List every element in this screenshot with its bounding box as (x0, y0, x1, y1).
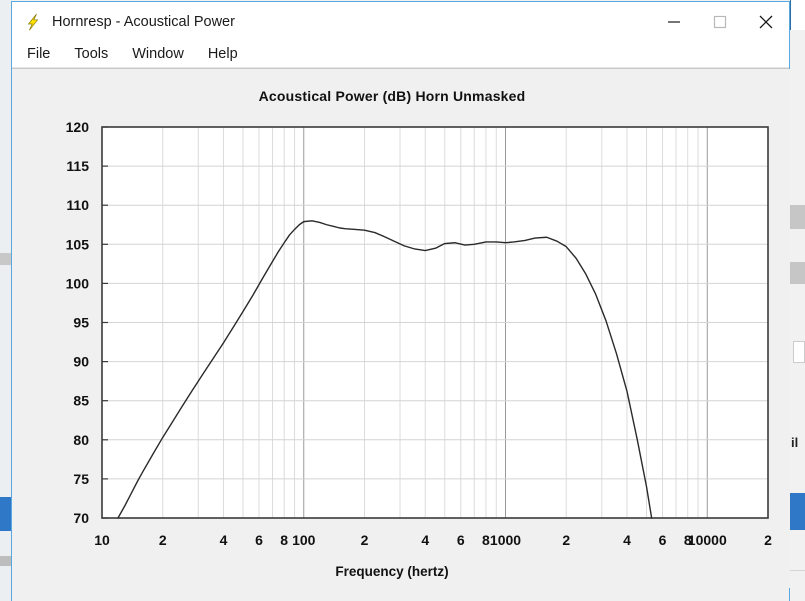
svg-text:70: 70 (73, 510, 89, 526)
svg-text:100: 100 (292, 532, 316, 548)
menu-item-help[interactable]: Help (203, 44, 248, 65)
menu-item-file[interactable]: File (22, 44, 60, 65)
svg-text:90: 90 (73, 354, 89, 370)
window-controls (651, 2, 789, 41)
x-axis-tick-labels: 10 2 4 6 8 100 2 4 6 8 1000 2 4 6 810000 2 (94, 532, 772, 548)
svg-text:115: 115 (66, 158, 89, 174)
menu-item-tools[interactable]: Tools (69, 44, 118, 65)
svg-text:2: 2 (361, 532, 369, 548)
chart-panel: Acoustical Power (dB) Horn Unmasked 120 1… (12, 69, 790, 588)
background-right-gray-band-2 (790, 262, 805, 284)
minimize-button[interactable] (651, 2, 697, 41)
svg-text:4: 4 (421, 532, 429, 548)
maximize-button[interactable] (697, 2, 743, 41)
background-right-titlebar (790, 0, 805, 30)
menu-bar: File Tools Window Help (12, 41, 789, 68)
menu-item-window[interactable]: Window (127, 44, 194, 65)
background-left-gray-band-1 (0, 253, 11, 265)
svg-text:10000: 10000 (688, 532, 727, 548)
background-left-gray-band-2 (0, 556, 11, 566)
background-left-blue-accent (0, 497, 11, 531)
client-area: Acoustical Power (dB) Horn Unmasked 120 1… (12, 68, 790, 601)
svg-text:6: 6 (457, 532, 465, 548)
title-bar: Hornresp - Acoustical Power (12, 2, 789, 41)
svg-text:80: 80 (73, 432, 89, 448)
svg-text:2: 2 (562, 532, 570, 548)
background-right-gray-band-1 (790, 205, 805, 229)
svg-text:75: 75 (73, 471, 89, 487)
lightning-bolt-icon (23, 12, 43, 32)
svg-text:2: 2 (764, 532, 772, 548)
svg-text:10: 10 (94, 532, 110, 548)
hornresp-window: Hornresp - Acoustical Power File Tools W… (11, 1, 790, 601)
svg-text:105: 105 (66, 236, 90, 252)
acoustical-power-chart: 120115110105100959085807570 10 2 4 6 8 100 2 4 6… (66, 119, 772, 548)
svg-text:4: 4 (220, 532, 228, 548)
svg-text:4: 4 (623, 532, 631, 548)
svg-text:8: 8 (280, 532, 288, 548)
svg-text:95: 95 (73, 315, 89, 331)
background-right-divider (790, 570, 805, 571)
background-right-input-box (793, 341, 805, 363)
svg-text:100: 100 (66, 275, 90, 291)
svg-text:120: 120 (66, 119, 90, 135)
svg-text:1000: 1000 (490, 532, 521, 548)
svg-text:110: 110 (66, 197, 89, 213)
svg-text:6: 6 (255, 532, 263, 548)
x-axis-label: Frequency (hertz) (335, 564, 449, 579)
window-title: Hornresp - Acoustical Power (52, 13, 235, 30)
svg-text:85: 85 (73, 393, 89, 409)
svg-text:8: 8 (482, 532, 490, 548)
background-right-label: il (791, 435, 799, 450)
svg-text:6: 6 (659, 532, 667, 548)
background-right-blue-accent (790, 493, 805, 530)
screen: il Hornresp - Acoustical Power File Tool… (0, 0, 805, 601)
close-button[interactable] (743, 2, 789, 41)
svg-text:2: 2 (159, 532, 167, 548)
